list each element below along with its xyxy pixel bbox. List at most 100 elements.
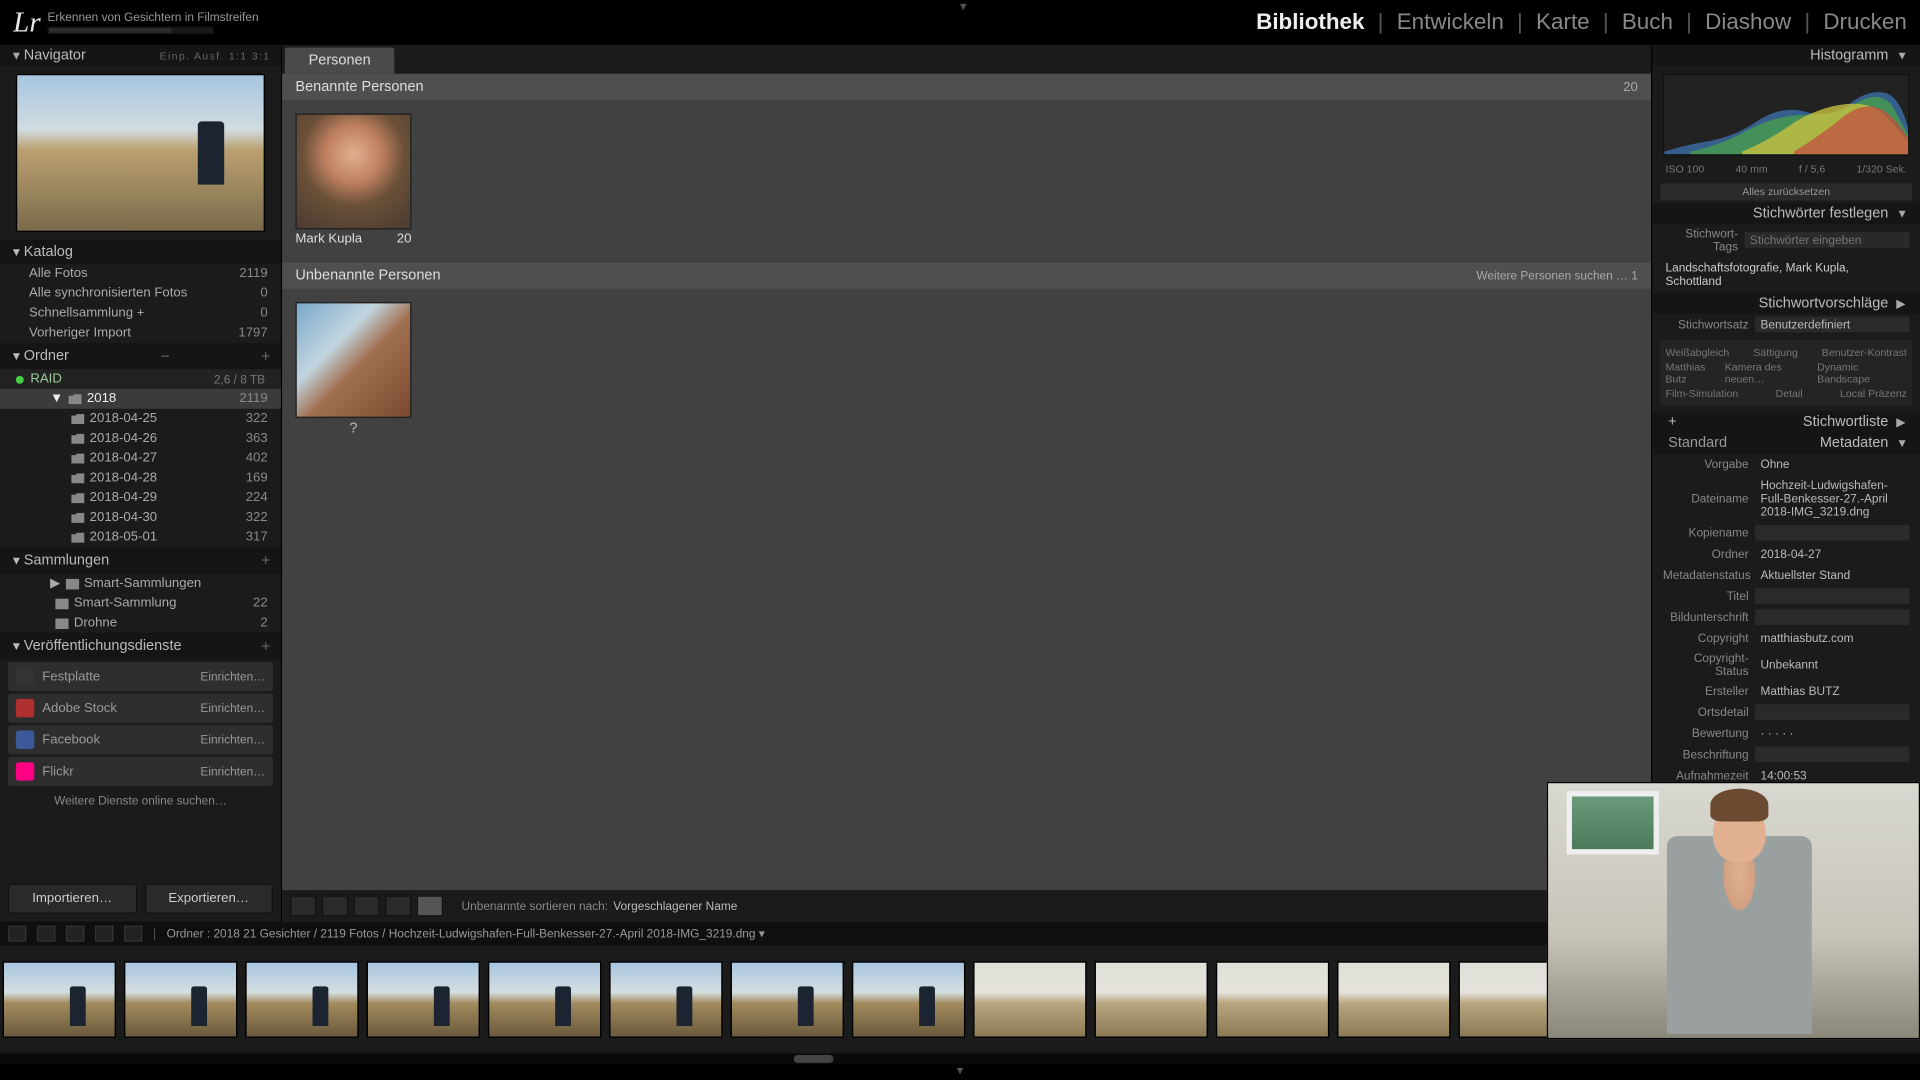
navigator-header[interactable]: ▼ Navigator Einp. Ausf. 1:1 3:1 [0,45,281,66]
find-more-people-link[interactable]: Weitere Personen suchen … 1 [1476,269,1637,282]
metadata-value[interactable]: Aktuellster Stand [1755,567,1909,583]
filmstrip-thumb[interactable] [852,961,965,1037]
filmstrip-thumb[interactable] [1337,961,1450,1037]
keyword-input[interactable] [1745,232,1910,248]
keyword-list-header[interactable]: +Stichwortliste▶ [1652,411,1920,432]
folder-year[interactable]: ▼20182119 [0,389,281,409]
keyword-suggestion[interactable]: Film-Simulation [1666,388,1739,400]
keyword-suggestion[interactable]: Kamera des neuen… [1725,361,1817,385]
filmstrip-thumb[interactable] [3,961,116,1037]
keywords-header[interactable]: Stichwörter festlegen▼ [1652,203,1920,224]
metadata-value[interactable]: matthiasbutz.com [1755,630,1909,646]
module-karte[interactable]: Karte [1536,9,1590,35]
module-diashow[interactable]: Diashow [1705,9,1791,35]
tab-personen[interactable]: Personen [285,47,395,73]
collection-item[interactable]: ▶Smart-Sammlungen [0,574,281,594]
module-drucken[interactable]: Drucken [1823,9,1906,35]
import-button[interactable]: Importieren… [8,884,137,914]
secondary-display-icon[interactable] [37,926,55,942]
reset-all-button[interactable]: Alles zurücksetzen [1660,183,1912,200]
keyword-suggestion[interactable]: Detail [1776,388,1803,400]
sammlungen-header[interactable]: ▼Sammlungen+ [0,547,281,573]
keyword-suggestions-header[interactable]: Stichwortvorschläge▶ [1652,293,1920,314]
keyword-suggestion[interactable]: Benutzer-Kontrast [1822,347,1907,359]
drive-row[interactable]: RAID2,6 / 8 TB [0,369,281,389]
ordner-header[interactable]: ▼Ordner−+ [0,343,281,369]
filmstrip-thumb[interactable] [973,961,1086,1037]
metadata-value[interactable] [1755,525,1909,541]
chevron-down-icon[interactable]: ▾ [960,0,967,15]
filmstrip-thumb[interactable] [245,961,358,1037]
keyword-list[interactable]: Landschaftsfotografie, Mark Kupla, Schot… [1652,256,1920,293]
filmstrip-thumb[interactable] [488,961,601,1037]
katalog-item[interactable]: Alle Fotos2119 [0,264,281,284]
katalog-item[interactable]: Alle synchronisierten Fotos0 [0,284,281,304]
view-compare-button[interactable] [353,895,379,916]
module-entwickeln[interactable]: Entwickeln [1397,9,1504,35]
plus-icon[interactable]: + [261,637,270,655]
publish-more[interactable]: Weitere Dienste online suchen… [0,789,281,813]
collection-item[interactable]: Drohne2 [0,613,281,633]
arrow-right-icon[interactable] [124,926,142,942]
module-bibliothek[interactable]: Bibliothek [1256,9,1364,35]
publish-service[interactable]: Adobe StockEinrichten… [8,694,273,723]
module-buch[interactable]: Buch [1622,9,1673,35]
folder-item[interactable]: 2018-05-01317 [0,527,281,547]
grid2-icon[interactable] [66,926,84,942]
filmstrip-thumb[interactable] [1095,961,1208,1037]
unnamed-person-tile[interactable]: ? [295,302,411,439]
folder-item[interactable]: 2018-04-30322 [0,508,281,528]
metadata-value[interactable] [1755,746,1909,762]
view-survey-button[interactable] [385,895,411,916]
publish-service[interactable]: FacebookEinrichten… [8,725,273,754]
metadata-value[interactable] [1755,704,1909,720]
katalog-item[interactable]: Vorheriger Import1797 [0,323,281,343]
scrollbar-handle[interactable] [794,1055,834,1063]
keyword-set-select[interactable]: Benutzerdefiniert [1755,316,1909,332]
metadata-value[interactable]: Ohne [1755,456,1909,472]
folder-item[interactable]: 2018-04-28169 [0,468,281,488]
keyword-suggestion[interactable]: Sättigung [1753,347,1798,359]
collection-item[interactable]: Smart-Sammlung22 [0,593,281,613]
folder-item[interactable]: 2018-04-25322 [0,409,281,429]
folder-item[interactable]: 2018-04-27402 [0,448,281,468]
histogram[interactable] [1663,74,1910,156]
export-button[interactable]: Exportieren… [144,884,273,914]
plus-icon[interactable]: + [261,551,270,569]
filmstrip-thumb[interactable] [731,961,844,1037]
grid-icon[interactable] [8,926,26,942]
chevron-down-icon[interactable]: ▾ [0,1064,1920,1077]
metadata-value[interactable] [1755,588,1909,604]
metadata-value[interactable]: Unbekannt [1755,657,1909,673]
metadata-value[interactable]: 14:00:53 [1755,767,1909,783]
filmstrip-thumb[interactable] [367,961,480,1037]
keyword-suggestion[interactable]: Matthias Butz [1666,361,1725,385]
arrow-left-icon[interactable] [95,926,113,942]
filmstrip-scrollbar[interactable] [0,1054,1920,1065]
navigator-modes[interactable]: Einp. Ausf. 1:1 3:1 [160,49,271,61]
sort-value[interactable]: Vorgeschlagener Name [613,899,737,912]
metadata-header[interactable]: StandardMetadaten▼ [1652,433,1920,454]
filmstrip-thumb[interactable] [609,961,722,1037]
metadata-value[interactable]: Matthias BUTZ [1755,683,1909,699]
keyword-suggestion[interactable]: Weißabgleich [1666,347,1730,359]
metadata-value[interactable] [1755,609,1909,625]
publish-header[interactable]: ▼Veröffentlichungsdienste+ [0,633,281,659]
metadata-value[interactable]: · · · · · [1755,725,1909,741]
filmstrip-thumb[interactable] [1216,961,1329,1037]
folder-item[interactable]: 2018-04-29224 [0,488,281,508]
view-grid-button[interactable] [290,895,316,916]
publish-service[interactable]: FestplatteEinrichten… [8,662,273,691]
view-people-button[interactable] [417,895,443,916]
metadata-value[interactable]: 2018-04-27 [1755,546,1909,562]
breadcrumb-path[interactable]: Ordner : 2018 21 Gesichter / 2119 Fotos … [167,926,765,941]
histogram-header[interactable]: Histogramm▼ [1652,45,1920,66]
folder-item[interactable]: 2018-04-26363 [0,429,281,449]
view-loupe-button[interactable] [322,895,348,916]
navigator-preview[interactable] [16,74,265,232]
person-tile[interactable]: Mark Kupla20 [295,113,411,249]
filmstrip-thumb[interactable] [124,961,237,1037]
katalog-header[interactable]: ▼Katalog [0,240,281,264]
keyword-suggestion[interactable]: Dynamic Bandscape [1817,361,1907,385]
metadata-value[interactable]: Hochzeit-Ludwigshafen-Full-Benkesser-27.… [1755,477,1909,519]
